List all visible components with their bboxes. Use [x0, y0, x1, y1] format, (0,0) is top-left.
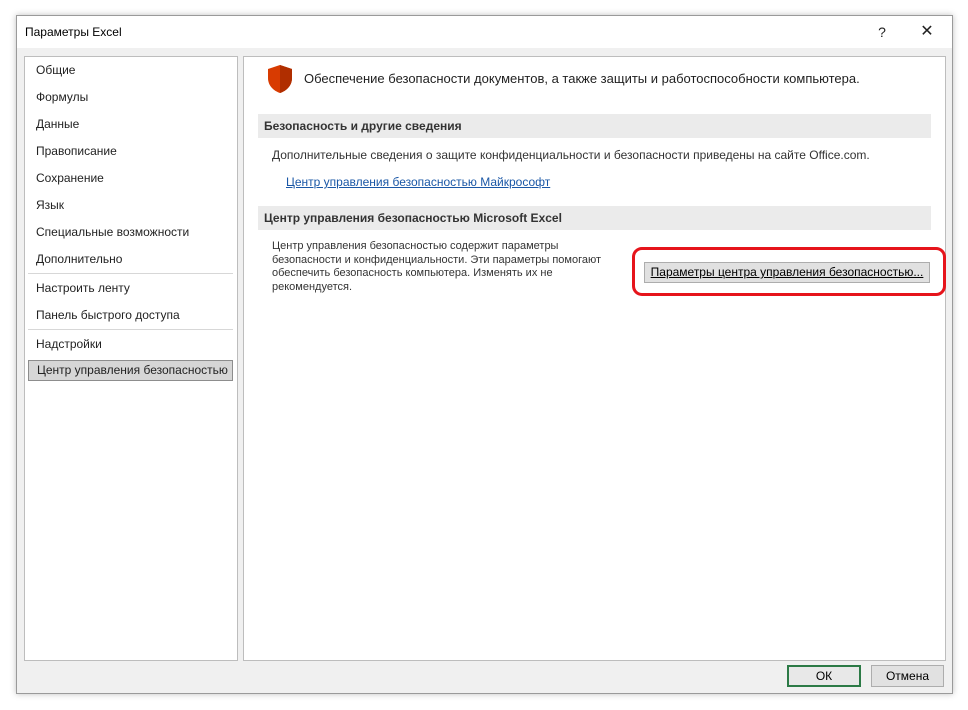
title-bar: Параметры Excel ? ✕ — [17, 16, 952, 48]
trust-center-settings-button[interactable]: Параметры центра управления безопасность… — [644, 262, 930, 283]
shield-icon — [268, 65, 292, 93]
section-trust-center: Центр управления безопасностью Microsoft… — [258, 206, 931, 230]
sidebar-item-language[interactable]: Язык — [28, 195, 233, 216]
options-sidebar: Общие Формулы Данные Правописание Сохран… — [24, 56, 238, 661]
trust-center-settings-label: Параметры центра управления безопасность… — [650, 265, 924, 279]
sidebar-item-trust-center[interactable]: Центр управления безопасностью — [28, 360, 233, 381]
sidebar-item-save[interactable]: Сохранение — [28, 168, 233, 189]
excel-options-dialog: Параметры Excel ? ✕ Общие Формулы Данные… — [16, 15, 953, 694]
sidebar-item-formulas[interactable]: Формулы — [28, 87, 233, 108]
sidebar-divider — [28, 329, 233, 330]
trust-center-description: Центр управления безопасностью содержит … — [272, 240, 602, 293]
section-security-info: Безопасность и другие сведения — [258, 114, 931, 138]
ok-button[interactable]: ОК — [787, 665, 861, 687]
security-info-text: Дополнительные сведения о защите конфиде… — [272, 148, 870, 162]
microsoft-trust-center-link[interactable]: Центр управления безопасностью Майкрософ… — [286, 175, 550, 189]
page-header: Обеспечение безопасности документов, а т… — [304, 71, 860, 86]
options-content-pane: Обеспечение безопасности документов, а т… — [243, 56, 946, 661]
cancel-button[interactable]: Отмена — [871, 665, 944, 687]
sidebar-item-add-ins[interactable]: Надстройки — [28, 334, 233, 355]
sidebar-item-general[interactable]: Общие — [28, 60, 233, 81]
sidebar-item-data[interactable]: Данные — [28, 114, 233, 135]
sidebar-item-customize-ribbon[interactable]: Настроить ленту — [28, 278, 233, 299]
sidebar-divider — [28, 273, 233, 274]
sidebar-item-quick-access-toolbar[interactable]: Панель быстрого доступа — [28, 305, 233, 326]
sidebar-item-proofing[interactable]: Правописание — [28, 141, 233, 162]
sidebar-item-accessibility[interactable]: Специальные возможности — [28, 222, 233, 243]
help-button[interactable]: ? — [867, 20, 897, 44]
sidebar-item-advanced[interactable]: Дополнительно — [28, 249, 233, 270]
close-button[interactable]: ✕ — [912, 20, 942, 44]
window-title: Параметры Excel — [25, 25, 122, 39]
